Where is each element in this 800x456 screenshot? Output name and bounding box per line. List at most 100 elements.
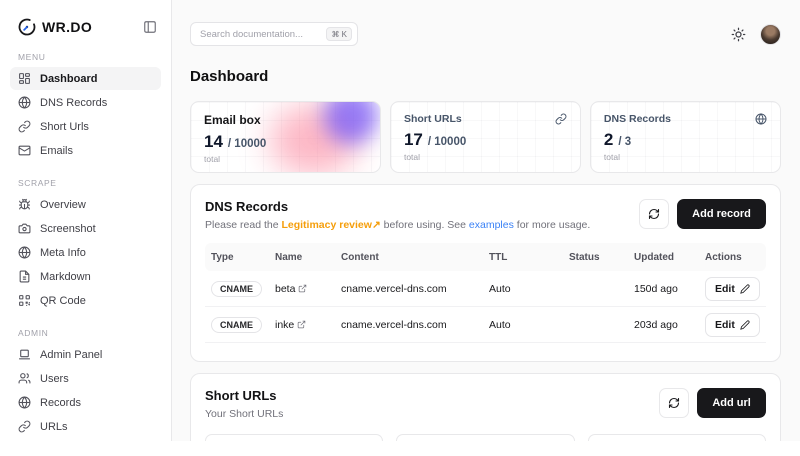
laptop-icon [18, 348, 31, 361]
record-name: beta [275, 283, 295, 295]
dns-table-header: Type Name Content TTL Status Updated Act… [205, 243, 766, 271]
topbar-actions [731, 24, 781, 45]
sidebar-item-label: Admin Panel [40, 349, 102, 361]
pencil-icon [740, 320, 750, 330]
short-urls-filters [205, 434, 766, 441]
stat-card-dns-records: DNS Records 2 / 3 total [590, 101, 781, 173]
pencil-icon [740, 284, 750, 294]
sidebar-item-dashboard[interactable]: Dashboard [10, 67, 161, 90]
search-by-user-name-input[interactable] [588, 434, 766, 441]
edit-label: Edit [715, 283, 735, 295]
stat-title: DNS Records [604, 113, 671, 125]
sidebar-item-label: Records [40, 397, 81, 409]
add-record-button[interactable]: Add record [677, 199, 766, 229]
sidebar: WR.DO MENU Dashboard DNS Records Short U… [0, 0, 172, 441]
legitimacy-review-link[interactable]: Legitimacy review [281, 219, 371, 231]
sidebar-item-urls[interactable]: URLs [10, 415, 161, 438]
globe-icon [18, 96, 31, 109]
refresh-button[interactable] [639, 199, 669, 229]
bug-icon [18, 198, 31, 211]
theme-toggle-sun-icon[interactable] [731, 27, 746, 42]
edit-button[interactable]: Edit [705, 313, 760, 337]
search-by-slug-input[interactable] [205, 434, 383, 441]
globe-icon [755, 113, 767, 125]
record-name-link[interactable]: beta [275, 283, 341, 295]
stat-limit: / 10000 [428, 136, 466, 148]
sidebar-item-label: Screenshot [40, 223, 96, 235]
sidebar-item-label: Dashboard [40, 73, 97, 85]
stat-value: 14 [204, 132, 223, 152]
main-content: Search documentation... ⌘ K Dashboard Em… [172, 0, 800, 441]
topbar: Search documentation... ⌘ K [190, 0, 781, 46]
sidebar-item-emails[interactable]: Emails [10, 139, 161, 162]
link-icon [18, 120, 31, 133]
col-type: Type [211, 252, 275, 263]
sidebar-item-label: Markdown [40, 271, 91, 283]
link-icon [555, 113, 567, 125]
edit-label: Edit [715, 319, 735, 331]
sidebar-item-label: Meta Info [40, 247, 86, 259]
panel-collapse-icon[interactable] [143, 20, 157, 34]
short-urls-title: Short URLs [205, 388, 283, 403]
sidebar-item-admin-panel[interactable]: Admin Panel [10, 343, 161, 366]
users-icon [18, 372, 31, 385]
desc-text: for more usage. [514, 219, 590, 231]
viewport-bottom-mask [0, 441, 800, 456]
sidebar-item-label: Users [40, 373, 69, 385]
brand-logo: WR.DO [10, 18, 161, 36]
sidebar-item-screenshot[interactable]: Screenshot [10, 217, 161, 240]
stat-caption: total [404, 152, 567, 162]
external-link-icon [297, 320, 306, 329]
add-url-button[interactable]: Add url [697, 388, 766, 418]
stat-caption: total [204, 154, 367, 164]
link-icon [18, 420, 31, 433]
edit-button[interactable]: Edit [705, 277, 760, 301]
table-row: CNAME beta cname.vercel-dns.com Auto 150… [205, 271, 766, 307]
sidebar-item-meta-info[interactable]: Meta Info [10, 241, 161, 264]
col-content: Content [341, 252, 489, 263]
dns-table: Type Name Content TTL Status Updated Act… [205, 243, 766, 343]
sidebar-item-short-urls[interactable]: Short Urls [10, 115, 161, 138]
sidebar-item-overview[interactable]: Overview [10, 193, 161, 216]
refresh-icon [668, 397, 680, 409]
col-updated: Updated [634, 252, 705, 263]
search-placeholder: Search documentation... [200, 29, 326, 40]
toggle-knob [554, 327, 567, 340]
sidebar-item-markdown[interactable]: Markdown [10, 265, 161, 288]
user-avatar[interactable] [760, 24, 781, 45]
desc-text: Please read the [205, 219, 281, 231]
sidebar-item-label: Overview [40, 199, 86, 211]
camera-icon [18, 222, 31, 235]
search-by-target-input[interactable] [396, 434, 574, 441]
short-urls-subtitle: Your Short URLs [205, 408, 283, 420]
stat-card-email-box: Email box 14 / 10000 total [190, 101, 381, 173]
record-updated: 150d ago [634, 283, 705, 295]
external-link-icon [298, 284, 307, 293]
record-type-badge: CNAME [211, 281, 262, 297]
toggle-knob [554, 291, 567, 304]
brand-name: WR.DO [42, 19, 92, 35]
sidebar-item-label: Emails [40, 145, 73, 157]
record-name-link[interactable]: inke [275, 319, 341, 331]
stat-cards-row: Email box 14 / 10000 total Short URLs 17… [190, 101, 781, 173]
dns-panel-title: DNS Records [205, 199, 590, 214]
sidebar-item-records[interactable]: Records [10, 391, 161, 414]
examples-link[interactable]: examples [469, 219, 514, 231]
sidebar-section-menu: MENU [18, 52, 161, 62]
app-window: WR.DO MENU Dashboard DNS Records Short U… [0, 0, 800, 441]
search-input[interactable]: Search documentation... ⌘ K [190, 22, 358, 46]
keyboard-shortcut-badge: ⌘ K [326, 27, 352, 41]
mail-icon [18, 144, 31, 157]
record-name: inke [275, 319, 294, 331]
sidebar-item-label: DNS Records [40, 97, 107, 109]
table-row: CNAME inke cname.vercel-dns.com Auto 203… [205, 307, 766, 343]
record-type-badge: CNAME [211, 317, 262, 333]
qr-code-icon [18, 294, 31, 307]
stat-value: 17 [404, 130, 423, 150]
sidebar-item-dns-records[interactable]: DNS Records [10, 91, 161, 114]
sidebar-item-qr-code[interactable]: QR Code [10, 289, 161, 312]
stat-title: Email box [204, 113, 261, 127]
globe-icon [18, 396, 31, 409]
refresh-button[interactable] [659, 388, 689, 418]
sidebar-item-users[interactable]: Users [10, 367, 161, 390]
